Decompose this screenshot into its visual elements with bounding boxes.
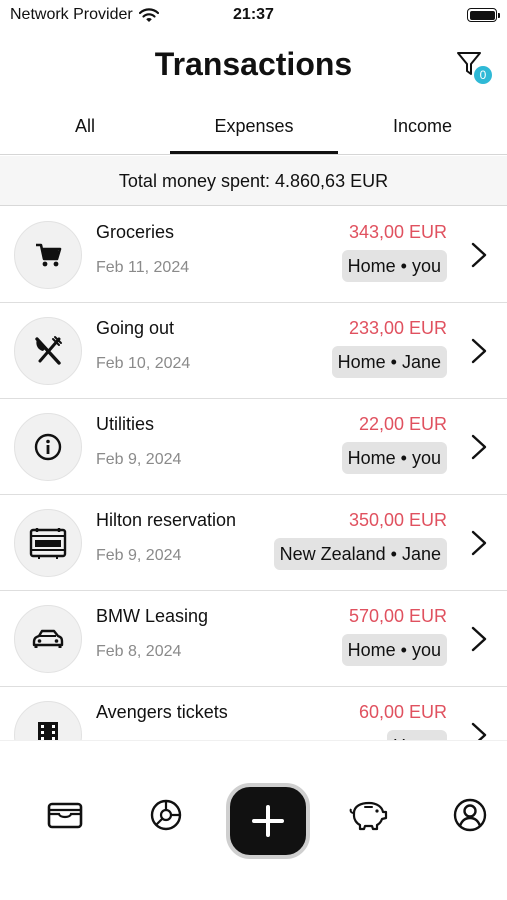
transaction-tag: Home [386,730,447,740]
transaction-date: Feb 11, 2024 [96,259,190,276]
transaction-title: Utilities [96,414,155,434]
transaction-date: Feb 8, 2024 [96,643,182,660]
transaction-date: Feb 10, 2024 [96,355,191,372]
piggy-bank-icon[interactable] [348,795,388,835]
transaction-date: Feb 9, 2024 [96,547,182,564]
cart-icon [14,221,82,289]
tab-income[interactable]: Income [338,100,507,155]
chevron-right-icon [471,626,487,652]
chevron-right-icon [471,722,487,740]
filter-count-badge: 0 [474,66,492,84]
info-icon [14,413,82,481]
total-summary: Total money spent: 4.860,63 EUR [0,156,507,206]
transaction-date: Feb 9, 2024 [96,451,182,468]
transaction-amount: 60,00 EUR [358,702,447,722]
transaction-row[interactable]: Hilton reservation Feb 9, 2024 350,00 EU… [0,495,507,591]
page-title: Transactions [154,46,353,82]
tab-all[interactable]: All [0,100,170,155]
carrier-name: Network Provider [10,6,133,23]
transaction-row[interactable]: Avengers tickets 60,00 EUR Home [0,687,507,740]
car-icon [14,605,82,673]
chevron-right-icon [471,434,487,460]
transaction-title: BMW Leasing [96,606,209,626]
transaction-amount: 350,00 EUR [348,510,447,530]
transaction-amount: 22,00 EUR [358,414,447,434]
status-bar: Network Provider 21:37 [0,0,507,30]
profile-icon[interactable] [450,795,490,835]
chevron-right-icon [471,338,487,364]
tab-selected-indicator [170,151,338,154]
transaction-title: Hilton reservation [96,510,237,530]
wallet-icon[interactable] [45,795,85,835]
bottom-tab-bar [0,740,507,900]
wifi-icon [138,7,159,22]
segment-tabs: All Expenses Income [0,100,507,155]
transaction-row[interactable]: Groceries Feb 11, 2024 343,00 EUR Home •… [0,207,507,303]
film-icon [14,701,82,740]
transaction-amount: 570,00 EUR [348,606,447,626]
plus-icon [252,805,284,837]
hotel-icon [14,509,82,577]
filter-button[interactable]: 0 [456,50,492,86]
transaction-title: Going out [96,318,175,338]
transaction-tag: Home • you [341,442,447,474]
add-transaction-button[interactable] [226,783,310,859]
transaction-title: Groceries [96,222,175,242]
chart-pie-icon[interactable] [146,795,186,835]
fork-knife-icon [14,317,82,385]
transaction-title: Avengers tickets [96,702,228,722]
transaction-row[interactable]: Utilities Feb 9, 2024 22,00 EUR Home • y… [0,399,507,495]
tab-expenses[interactable]: Expenses [170,100,338,155]
transaction-list[interactable]: Groceries Feb 11, 2024 343,00 EUR Home •… [0,207,507,740]
chevron-right-icon [471,530,487,556]
battery-icon [467,8,500,22]
transaction-tag: Home • you [341,250,447,282]
status-carrier: Network Provider [10,6,159,24]
transaction-tag: Home • you [341,634,447,666]
transaction-tag: New Zealand • Jane [273,538,447,570]
chevron-right-icon [471,242,487,268]
transaction-tag: Home • Jane [331,346,447,378]
transaction-row[interactable]: BMW Leasing Feb 8, 2024 570,00 EUR Home … [0,591,507,687]
transaction-amount: 233,00 EUR [348,318,447,338]
transaction-amount: 343,00 EUR [348,222,447,242]
transaction-row[interactable]: Going out Feb 10, 2024 233,00 EUR Home •… [0,303,507,399]
